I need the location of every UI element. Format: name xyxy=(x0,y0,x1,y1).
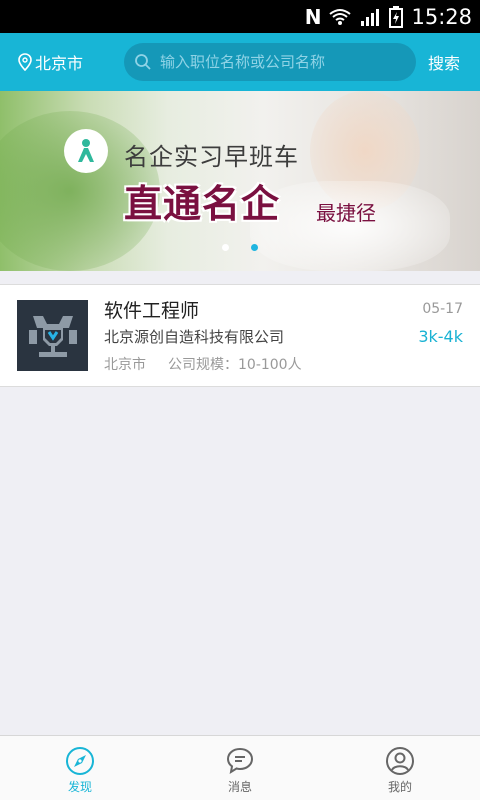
search-icon xyxy=(135,54,151,70)
banner-headline: 直通名企 xyxy=(124,182,281,226)
nav-messages[interactable]: 消息 xyxy=(160,736,320,800)
banner-tagline: 最捷径 xyxy=(316,201,376,225)
company-logo xyxy=(17,300,88,371)
nav-profile[interactable]: 我的 xyxy=(320,736,480,800)
top-bar: 北京市 搜索 xyxy=(0,33,480,91)
company-name: 北京源创自造科技有限公司 xyxy=(104,328,285,346)
company-scale: 公司规模：10-100人 xyxy=(168,357,302,373)
nav-label: 消息 xyxy=(227,780,252,794)
job-city: 北京市 xyxy=(104,357,146,373)
status-icons: N 15:28 xyxy=(305,0,472,33)
location-pin-icon xyxy=(18,53,32,71)
nfc-icon: N xyxy=(304,4,322,29)
pagination-dot[interactable] xyxy=(222,244,229,251)
banner-subtitle: 名企实习早班车 xyxy=(124,143,299,171)
battery-icon xyxy=(389,5,404,28)
promo-banner[interactable]: 名企实习早班车 直通名企 最捷径 xyxy=(0,91,480,271)
location-label: 北京市 xyxy=(35,54,84,73)
nav-label: 发现 xyxy=(67,780,92,794)
search-input[interactable] xyxy=(160,53,410,71)
user-icon xyxy=(386,747,414,775)
location-selector[interactable]: 北京市 xyxy=(18,33,83,91)
job-date: 05-17 xyxy=(422,301,463,317)
banner-logo-icon xyxy=(64,129,108,173)
job-list-item[interactable]: 软件工程师 北京源创自造科技有限公司 北京市 公司规模：10-100人 05-1… xyxy=(0,284,480,387)
nav-discover[interactable]: 发现 xyxy=(0,736,160,800)
search-bar[interactable] xyxy=(124,43,416,81)
job-meta: 北京市 公司规模：10-100人 xyxy=(104,354,302,374)
robot-wrench-icon xyxy=(28,315,77,357)
nav-label: 我的 xyxy=(387,780,412,794)
status-time: 15:28 xyxy=(411,4,472,29)
bottom-navigation: 发现 消息 我的 xyxy=(0,735,480,800)
message-icon xyxy=(226,747,254,775)
wifi-icon xyxy=(329,8,352,25)
signal-icon xyxy=(361,8,380,26)
banner-pagination xyxy=(222,244,258,251)
pagination-dot-active[interactable] xyxy=(251,244,258,251)
job-title: 软件工程师 xyxy=(104,300,200,322)
compass-icon xyxy=(66,747,94,775)
job-salary: 3k-4k xyxy=(418,327,463,346)
status-bar: N 15:28 xyxy=(0,0,480,33)
search-button[interactable]: 搜索 xyxy=(428,33,460,91)
